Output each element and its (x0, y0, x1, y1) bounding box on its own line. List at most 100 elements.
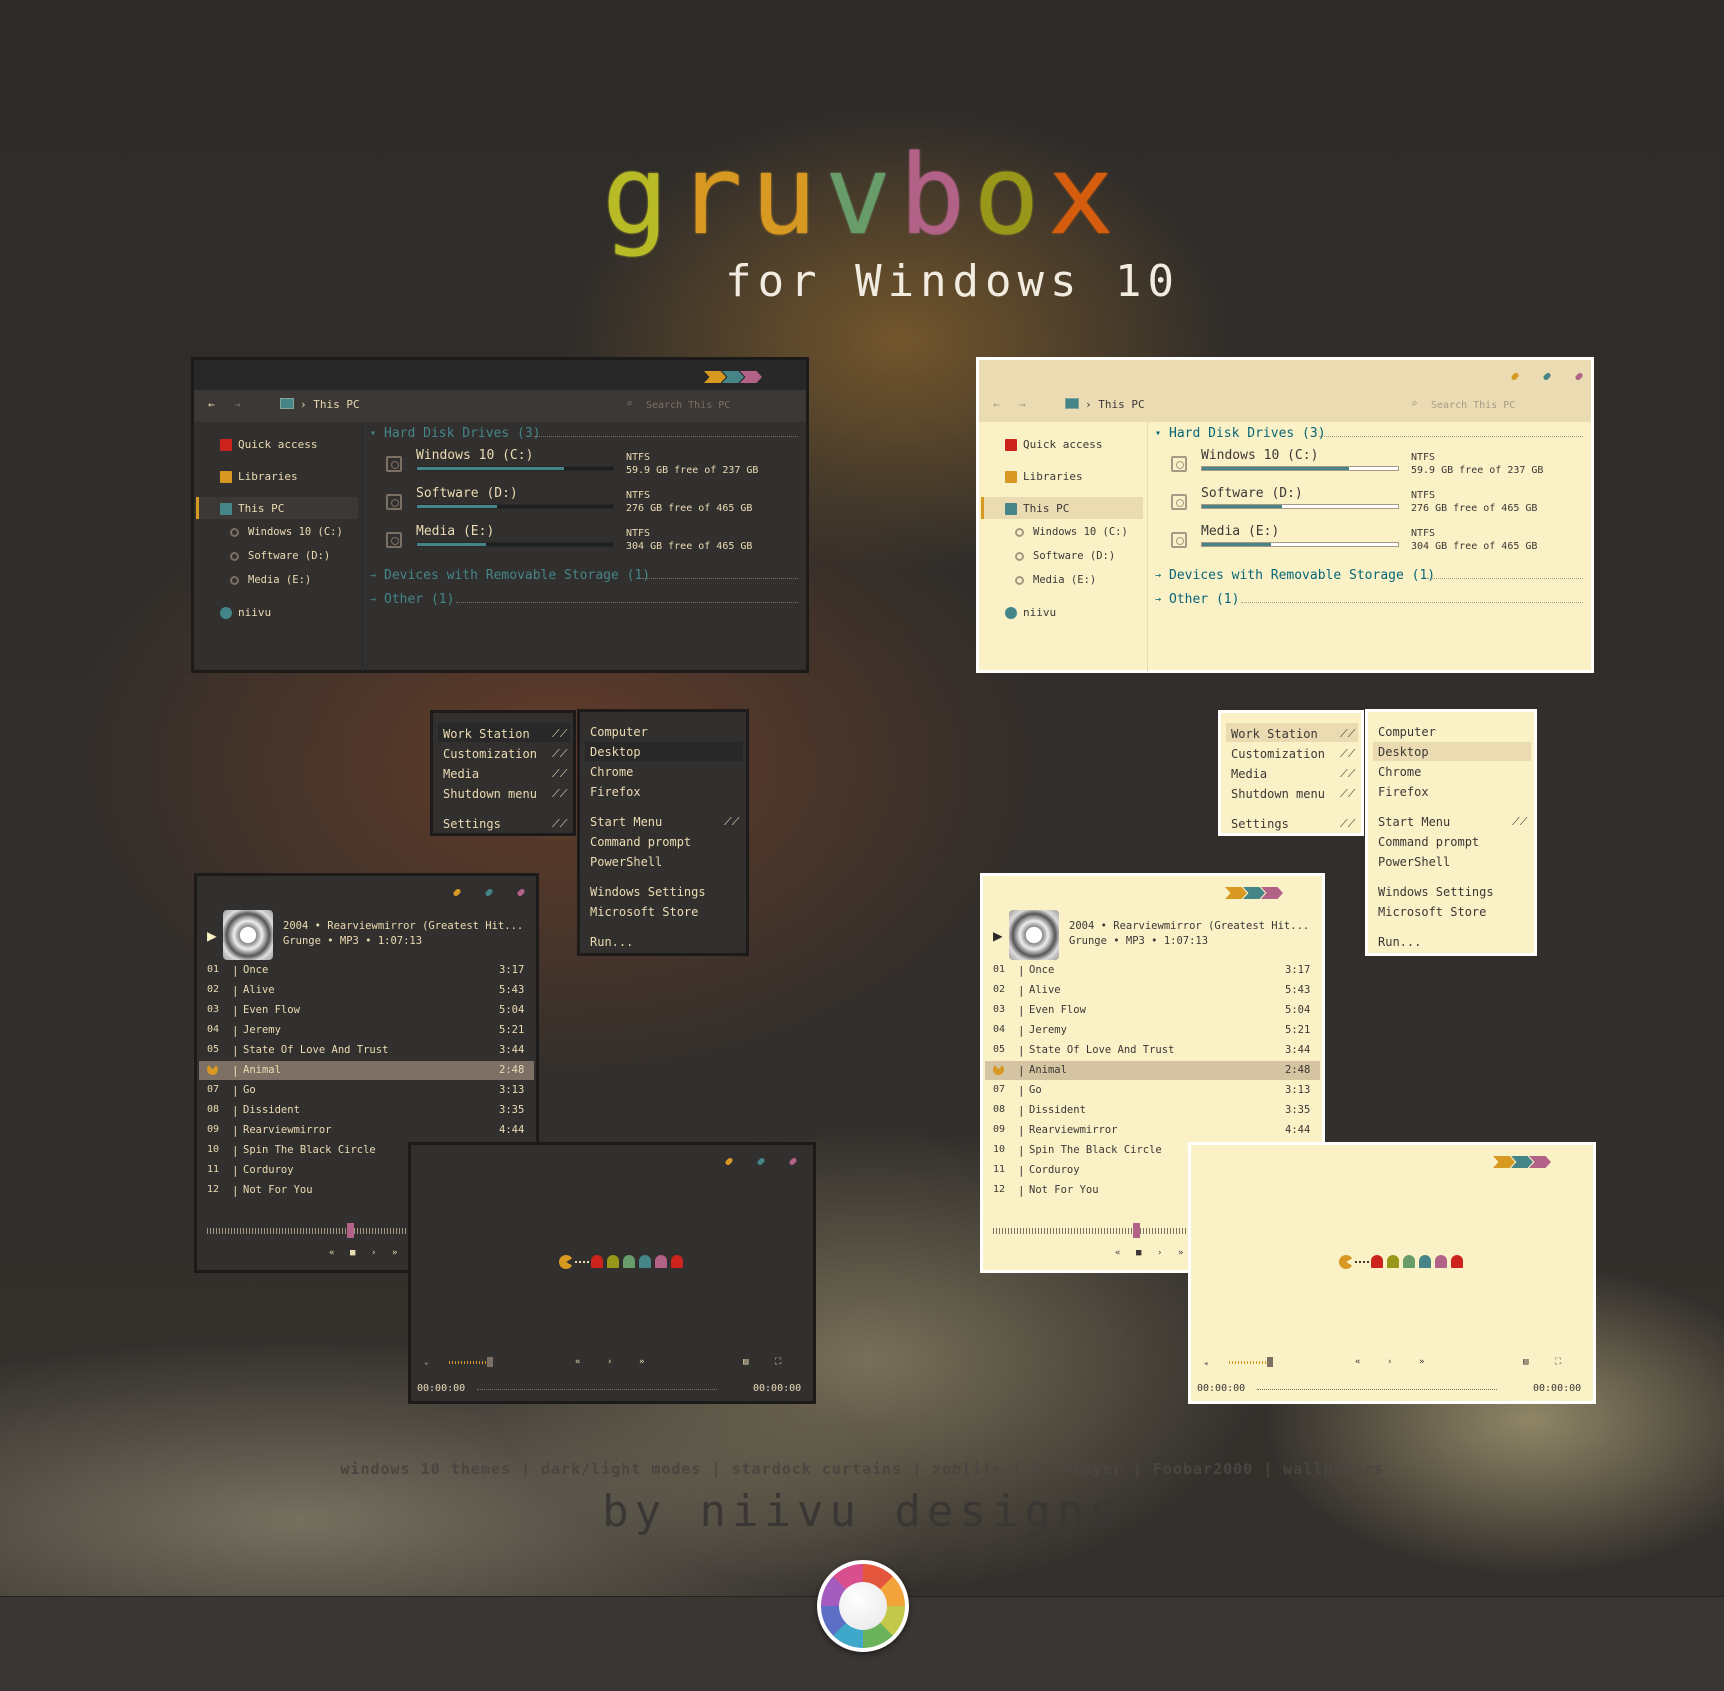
volume-icon[interactable]: ◂ (423, 1359, 428, 1369)
play-button[interactable]: › (1387, 1357, 1392, 1367)
track-title[interactable]: Dissident (1029, 1104, 1086, 1116)
section-header-other[interactable]: Other (1) (1169, 592, 1239, 607)
sidebar-item-label[interactable]: Quick access (1023, 438, 1102, 451)
track-title[interactable]: Alive (1029, 984, 1061, 996)
menu-item[interactable]: Settings (1231, 817, 1289, 831)
drive-name[interactable]: Media (E:) (1201, 524, 1279, 539)
fast-forward-button[interactable]: » (1178, 1248, 1183, 1258)
track-title[interactable]: Not For You (243, 1184, 313, 1196)
sidebar-item-label[interactable]: Libraries (1023, 470, 1083, 483)
window-controls[interactable] (704, 371, 762, 383)
fast-forward-button[interactable]: » (392, 1248, 397, 1258)
section-header-other[interactable]: Other (1) (384, 592, 454, 607)
menu-item[interactable]: Media (443, 767, 479, 781)
menu-item[interactable]: Media (1231, 767, 1267, 781)
section-header-removable[interactable]: Devices with Removable Storage (1) (384, 568, 650, 583)
track-title[interactable]: Go (1029, 1084, 1042, 1096)
track-title[interactable]: Animal (1029, 1064, 1067, 1076)
drive-name[interactable]: Software (D:) (1201, 486, 1303, 501)
track-title[interactable]: Even Flow (1029, 1004, 1086, 1016)
window-controls[interactable] (1510, 371, 1584, 382)
window-controls[interactable] (724, 1156, 798, 1167)
menu-item[interactable]: Customization (443, 747, 537, 761)
section-arrow-icon[interactable]: → (1155, 594, 1161, 605)
submenu-item[interactable]: Run... (1378, 935, 1421, 949)
section-header-hdd[interactable]: Hard Disk Drives (3) (384, 426, 541, 441)
submenu-item[interactable]: Start Menu (590, 815, 662, 829)
submenu-item[interactable]: Desktop (590, 745, 641, 759)
menu-item[interactable]: Shutdown menu (443, 787, 537, 801)
track-title[interactable]: Not For You (1029, 1184, 1099, 1196)
track-title[interactable]: Rearviewmirror (1029, 1124, 1118, 1136)
seekbar[interactable] (207, 1228, 407, 1234)
submenu-item[interactable]: Microsoft Store (590, 905, 698, 919)
forward-arrow-icon[interactable]: → (1019, 398, 1026, 411)
section-arrow-icon[interactable]: → (1155, 570, 1161, 581)
sidebar-item-label[interactable]: Windows 10 (C:) (248, 526, 343, 538)
sidebar-item-label[interactable]: Software (D:) (248, 550, 330, 562)
search-icon[interactable]: ⌕ (626, 397, 633, 410)
search-input[interactable]: Search This PC (1431, 400, 1515, 411)
previous-button[interactable]: « (1355, 1357, 1360, 1367)
sidebar-item-label[interactable]: This PC (1023, 502, 1069, 515)
play-icon[interactable]: ▶ (207, 926, 217, 945)
playlist-icon[interactable]: ▤ (743, 1357, 748, 1367)
sidebar-item-label[interactable]: Media (E:) (248, 574, 311, 586)
fullscreen-icon[interactable]: ⛶ (775, 1357, 781, 1367)
menu-item[interactable]: Work Station (443, 727, 530, 741)
submenu-item[interactable]: Run... (590, 935, 633, 949)
section-arrow-icon[interactable]: → (370, 594, 376, 605)
minimize-button[interactable] (704, 371, 726, 383)
submenu-item[interactable]: PowerShell (590, 855, 662, 869)
next-button[interactable]: › (371, 1248, 376, 1258)
submenu-item[interactable]: PowerShell (1378, 855, 1450, 869)
window-controls[interactable] (1493, 1156, 1551, 1168)
volume-slider[interactable] (1229, 1361, 1269, 1364)
playlist-icon[interactable]: ▤ (1523, 1357, 1528, 1367)
sidebar-item-label[interactable]: Windows 10 (C:) (1033, 526, 1128, 538)
minimize-button[interactable] (1493, 1156, 1515, 1168)
previous-button[interactable]: « (575, 1357, 580, 1367)
menu-item[interactable]: Customization (1231, 747, 1325, 761)
sidebar-item-label[interactable]: Quick access (238, 438, 317, 451)
stop-button[interactable]: ■ (1136, 1248, 1141, 1258)
timeline[interactable] (1257, 1389, 1497, 1390)
search-input[interactable]: Search This PC (646, 400, 730, 411)
drive-name[interactable]: Software (D:) (416, 486, 518, 501)
menu-item[interactable]: Work Station (1231, 727, 1318, 741)
next-button[interactable]: » (639, 1357, 644, 1367)
track-title[interactable]: Rearviewmirror (243, 1124, 332, 1136)
track-title[interactable]: Animal (243, 1064, 281, 1076)
track-title[interactable]: State Of Love And Trust (1029, 1044, 1174, 1056)
window-controls[interactable] (1225, 887, 1283, 899)
submenu-item[interactable]: Windows Settings (590, 885, 706, 899)
next-button[interactable]: » (1419, 1357, 1424, 1367)
next-button[interactable]: › (1157, 1248, 1162, 1258)
submenu-item[interactable]: Start Menu (1378, 815, 1450, 829)
section-arrow-icon[interactable]: ▾ (370, 428, 376, 439)
track-title[interactable]: Dissident (243, 1104, 300, 1116)
drive-name[interactable]: Windows 10 (C:) (416, 448, 533, 463)
section-header-removable[interactable]: Devices with Removable Storage (1) (1169, 568, 1435, 583)
forward-arrow-icon[interactable]: → (234, 398, 241, 411)
drive-name[interactable]: Media (E:) (416, 524, 494, 539)
play-icon[interactable]: ▶ (993, 926, 1003, 945)
submenu-item[interactable]: Desktop (1378, 745, 1429, 759)
track-title[interactable]: Go (243, 1084, 256, 1096)
track-title[interactable]: State Of Love And Trust (243, 1044, 388, 1056)
maximize-button[interactable] (484, 887, 494, 898)
track-title[interactable]: Corduroy (1029, 1164, 1080, 1176)
close-button[interactable] (516, 887, 526, 898)
seek-handle[interactable] (347, 1223, 354, 1238)
volume-slider[interactable] (449, 1361, 489, 1364)
seekbar[interactable] (993, 1228, 1193, 1234)
close-button[interactable] (788, 1156, 798, 1167)
track-title[interactable]: Jeremy (243, 1024, 281, 1036)
back-arrow-icon[interactable]: ← (208, 398, 215, 411)
drive-name[interactable]: Windows 10 (C:) (1201, 448, 1318, 463)
submenu-item[interactable]: Command prompt (590, 835, 691, 849)
minimize-button[interactable] (724, 1156, 734, 1167)
submenu-item[interactable]: Computer (1378, 725, 1436, 739)
sidebar-item-label[interactable]: Libraries (238, 470, 298, 483)
sidebar-item-label[interactable]: niivu (238, 606, 271, 619)
